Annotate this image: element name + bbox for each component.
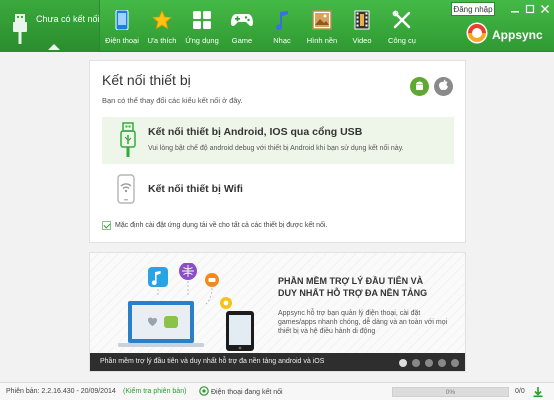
usb-option-description: Vui lòng bật chế độ android debug với th… (148, 145, 404, 152)
nav-label: Ứng dụng (185, 36, 219, 45)
minimize-icon[interactable] (509, 3, 521, 15)
nav-phone[interactable]: Điện thoại (102, 0, 142, 52)
usb-connector-icon (118, 122, 138, 161)
phone-connection-icon (199, 386, 209, 399)
phone-icon (111, 9, 133, 31)
download-icon[interactable] (532, 386, 544, 400)
nav-label: Nhạc (273, 36, 291, 45)
star-icon (151, 9, 173, 31)
nav-game[interactable]: Game (222, 0, 262, 52)
panel-title: Kết nối thiết bị (102, 72, 191, 88)
top-bar: Chưa có kết nối Điện thoại Ưa thích Ứng … (0, 0, 554, 52)
nav-label: Điện thoại (105, 36, 139, 45)
android-icon (414, 80, 425, 94)
gamepad-icon (231, 9, 253, 31)
banner-caption: Phần mềm trợ lý đầu tiên và duy nhất hỗ … (100, 358, 325, 365)
phone-status: Điện thoại đang kết nối (199, 386, 283, 399)
wifi-option-title: Kết nối thiết bị Wifi (148, 183, 243, 195)
wifi-connect-option[interactable]: Kết nối thiết bị Wifi (102, 172, 454, 206)
banner-heading: PHẦN MỀM TRỢ LÝ ĐẦU TIÊN VÀ DUY NHẤT HỖ … (278, 275, 458, 299)
nav-label: Công cụ (388, 36, 416, 45)
nav-wallpaper[interactable]: Hình nền (302, 0, 342, 52)
usb-option-title: Kết nối thiết bị Android, IOS qua cổng U… (148, 126, 363, 138)
nav-label: Hình nền (306, 36, 338, 45)
maximize-icon[interactable] (524, 3, 536, 15)
brand-name: Appsync (492, 27, 543, 42)
check-version-link[interactable]: (Kiểm tra phiên bản) (123, 388, 186, 395)
music-note-icon (271, 9, 293, 31)
main-nav: Điện thoại Ưa thích Ứng dụng Game Nhạc H… (102, 0, 422, 52)
nav-video[interactable]: Video (342, 0, 382, 52)
nav-apps[interactable]: Ứng dụng (182, 0, 222, 52)
status-bar: Phiên bản: 2.2.16.430 - 20/09/2014 (Kiểm… (0, 382, 554, 400)
banner-illustration (102, 262, 272, 353)
slide-dot[interactable] (438, 359, 446, 367)
usb-connect-option[interactable]: Kết nối thiết bị Android, IOS qua cổng U… (102, 117, 454, 164)
usb-plug-icon (10, 12, 30, 47)
promo-banner[interactable]: PHẦN MỀM TRỢ LÝ ĐẦU TIÊN VÀ DUY NHẤT HỖ … (89, 252, 466, 372)
android-platform-button[interactable] (410, 77, 429, 96)
banner-body: Appsync hỗ trợ bạn quản lý điện thoại, c… (278, 310, 448, 335)
apple-icon (438, 79, 449, 94)
phone-status-text: Điện thoại đang kết nối (211, 389, 283, 396)
connect-device-panel: Kết nối thiết bị Bạn có thể thay đổi các… (89, 60, 466, 243)
progress-label: 0% (445, 389, 456, 396)
banner-heading-line: PHẦN MỀM TRỢ LÝ ĐẦU TIÊN VÀ (278, 276, 424, 286)
banner-heading-line: DUY NHẤT HỖ TRỢ ĐA NỀN TẢNG (278, 288, 428, 298)
slide-dot[interactable] (425, 359, 433, 367)
version-text: Phiên bản: 2.2.16.430 - 20/09/2014 (6, 388, 116, 395)
nav-label: Video (352, 36, 372, 45)
nav-music[interactable]: Nhạc (262, 0, 302, 52)
tools-icon (391, 9, 413, 31)
apple-platform-button[interactable] (434, 77, 453, 96)
login-button[interactable]: Đăng nhập (451, 2, 495, 16)
auto-install-row: Mặc định cài đặt ứng dụng tải về cho tất… (102, 221, 327, 230)
apps-grid-icon (191, 9, 213, 31)
film-icon (351, 9, 373, 31)
download-progress-bar: 0% (392, 387, 509, 397)
nav-label: Game (231, 36, 253, 45)
connection-status-label: Chưa có kết nối (36, 14, 100, 24)
device-selector[interactable]: Chưa có kết nối (0, 0, 100, 52)
auto-install-label: Mặc định cài đặt ứng dụng tải về cho tất… (115, 222, 328, 229)
auto-install-checkbox[interactable] (102, 221, 111, 230)
wallpaper-icon (311, 9, 333, 31)
brand-logo: Appsync (466, 22, 543, 47)
selector-caret (48, 44, 60, 50)
banner-caption-bar: Phần mềm trợ lý đầu tiên và duy nhất hỗ … (90, 353, 465, 371)
appsync-logo-icon (466, 22, 488, 47)
nav-label: Ưa thích (147, 36, 177, 45)
download-count: 0/0 (515, 388, 525, 395)
wifi-phone-icon (116, 174, 136, 207)
slide-dot[interactable] (451, 359, 459, 367)
nav-tools[interactable]: Công cụ (382, 0, 422, 52)
panel-subtitle: Bạn có thể thay đổi các kiểu kết nối ở đ… (102, 96, 243, 105)
slide-dots (399, 359, 459, 367)
nav-favorites[interactable]: Ưa thích (142, 0, 182, 52)
slide-dot[interactable] (399, 359, 407, 367)
close-icon[interactable] (539, 3, 551, 15)
slide-dot[interactable] (412, 359, 420, 367)
